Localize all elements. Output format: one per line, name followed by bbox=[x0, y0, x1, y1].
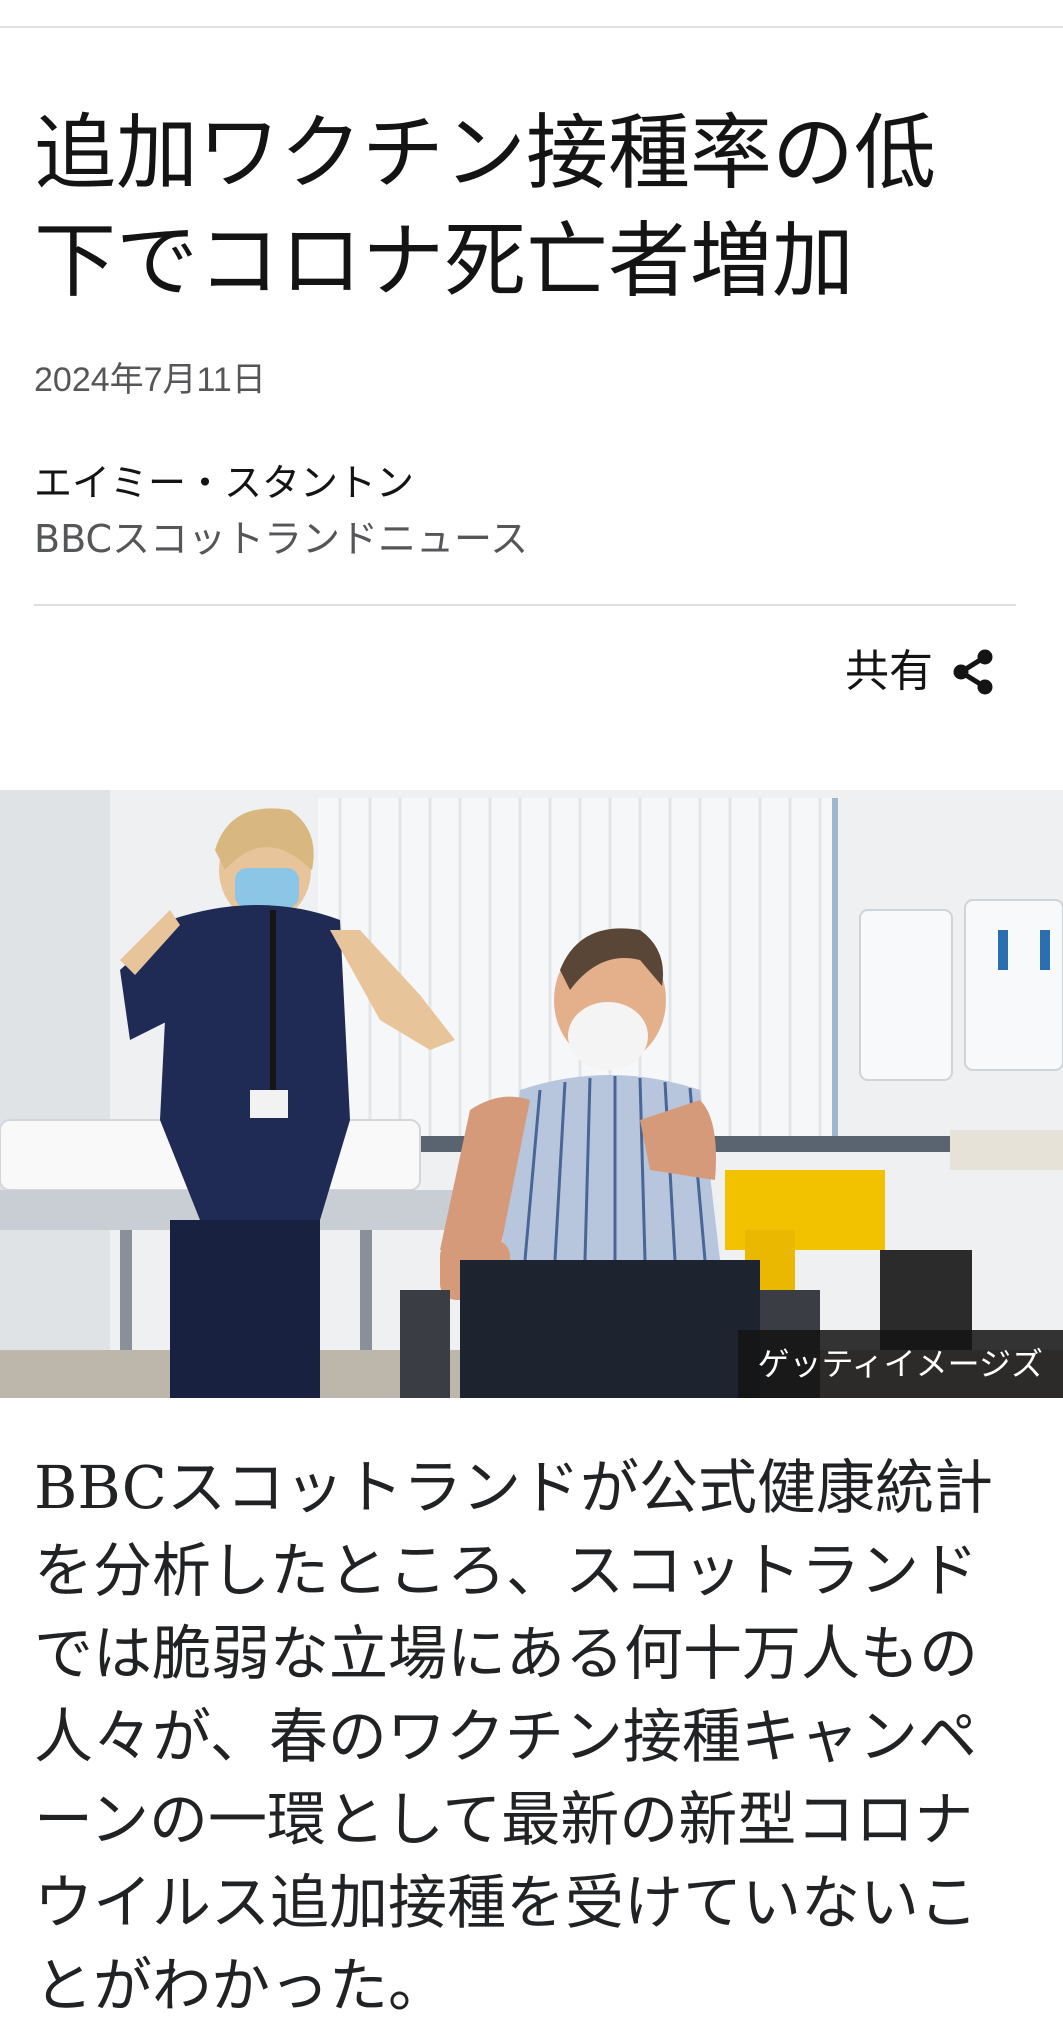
byline-divider bbox=[34, 604, 1016, 606]
article-body: BBCスコットランドが公式健康統計を分析したところ、スコットランドでは脆弱な立場… bbox=[34, 1453, 993, 2020]
byline: エイミー・スタントン BBCスコットランドニュース bbox=[34, 458, 528, 564]
top-divider bbox=[0, 26, 1063, 28]
hero-image: ゲッティイメージズ bbox=[0, 790, 1063, 1398]
image-credit: ゲッティイメージズ bbox=[737, 1330, 1063, 1398]
author-name[interactable]: エイミー・スタントン bbox=[34, 458, 528, 508]
share-button[interactable]: 共有 bbox=[845, 642, 995, 702]
share-icon bbox=[951, 649, 995, 695]
article-date: 2024年7月11日 bbox=[34, 361, 266, 399]
author-affiliation: BBCスコットランドニュース bbox=[34, 517, 529, 561]
article-headline: 追加ワクチン接種率の低下でコロナ死亡者増加 bbox=[34, 106, 937, 309]
vaccination-photo bbox=[0, 790, 1063, 1398]
share-label: 共有 bbox=[845, 646, 933, 697]
